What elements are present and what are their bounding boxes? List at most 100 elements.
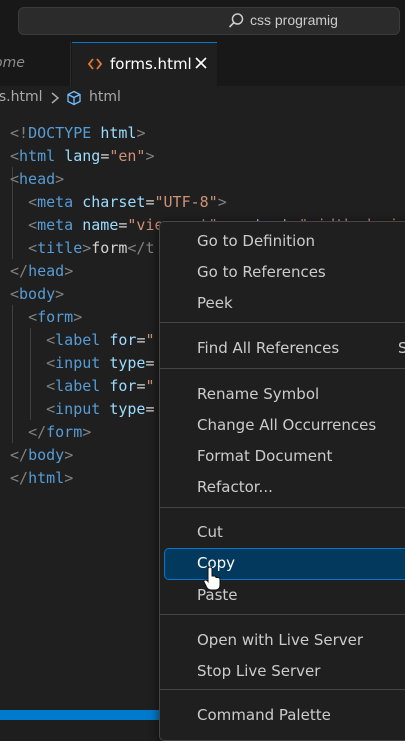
tab-label: ome xyxy=(0,55,25,71)
menu-item-cut[interactable]: Cut xyxy=(165,518,405,548)
menu-item-refactor[interactable]: Refactor... xyxy=(165,473,405,503)
breadcrumb-symbol[interactable]: html xyxy=(89,89,121,105)
menu-item-label: Command Palette xyxy=(197,706,331,724)
menu-item-label: Cut xyxy=(197,523,223,541)
code-token: < xyxy=(46,377,56,395)
code-token: meta xyxy=(37,193,74,211)
code-token: < xyxy=(46,400,56,418)
code-token: > xyxy=(55,170,65,188)
code-token: > xyxy=(64,469,74,487)
code-token: " xyxy=(145,377,155,395)
code-token: html xyxy=(100,124,137,142)
code-token: "en" xyxy=(109,147,146,165)
code-token: label xyxy=(55,377,101,395)
menu-separator xyxy=(160,322,405,323)
cube-icon xyxy=(67,90,81,106)
chevron-right-icon xyxy=(51,92,60,104)
code-token: input xyxy=(55,400,101,418)
code-token: charset xyxy=(82,193,146,211)
code-token: = xyxy=(145,400,155,418)
menu-item-label: Go to Definition xyxy=(197,232,316,250)
menu-item-label: Find All References xyxy=(197,339,340,357)
menu-item-rename-symbol[interactable]: Rename Symbol xyxy=(165,380,405,410)
code-token: < xyxy=(28,193,38,211)
code-token: > xyxy=(82,239,92,257)
code-token: for xyxy=(109,331,137,349)
code-token: type xyxy=(109,354,146,372)
tab-previous[interactable]: ome xyxy=(0,42,71,86)
menu-item-label: Rename Symbol xyxy=(197,385,320,403)
code-token: head xyxy=(19,170,56,188)
code-token: < xyxy=(10,285,20,303)
code-token: " xyxy=(145,331,155,349)
menu-item-format-document[interactable]: Format Document xyxy=(165,442,405,472)
tab-forms-html[interactable]: forms.html xyxy=(72,42,217,86)
context-menu: Go to Definition Go to References Peek Find… xyxy=(159,221,405,741)
code-token: form xyxy=(91,239,128,257)
code-token: < xyxy=(46,354,56,372)
menu-item-open-with-live-server[interactable]: Open with Live Server xyxy=(165,626,405,656)
code-token: < xyxy=(28,239,38,257)
code-token: < xyxy=(28,308,38,326)
menu-item-go-to-definition[interactable]: Go to Definition xyxy=(165,227,405,257)
search-text: css programig xyxy=(250,12,338,28)
menu-item-change-all-occurrences[interactable]: Change All Occurrences xyxy=(165,411,405,441)
title-bar: css programig xyxy=(0,0,405,42)
code-line: <label for=" xyxy=(10,375,155,398)
menu-item-label: Peek xyxy=(197,294,233,312)
menu-item-shortcut: S xyxy=(398,339,405,357)
command-center-search[interactable]: css programig xyxy=(18,7,400,35)
code-token: > xyxy=(64,446,74,464)
menu-separator xyxy=(160,507,405,508)
code-token: label xyxy=(55,331,101,349)
code-token: input xyxy=(55,354,101,372)
code-line: <label for=" xyxy=(10,329,155,352)
code-token: lang xyxy=(64,147,101,165)
code-token: name xyxy=(82,216,119,234)
code-token: > xyxy=(82,423,92,441)
menu-item-copy[interactable]: Copy xyxy=(164,548,405,580)
code-token: < xyxy=(46,331,56,349)
code-line: <meta charset="UTF-8"> xyxy=(10,191,227,214)
breadcrumb-file[interactable]: ns.html xyxy=(0,89,43,105)
code-token: </ xyxy=(10,446,29,464)
menu-item-label: Open with Live Server xyxy=(197,631,364,649)
code-token: form xyxy=(37,308,74,326)
code-line: </body> xyxy=(10,444,73,467)
menu-item-command-palette[interactable]: Command Palette xyxy=(165,701,405,731)
code-token: = xyxy=(145,354,155,372)
code-line: <title>form</t xyxy=(10,237,154,260)
code-token: for xyxy=(109,377,137,395)
html-file-icon xyxy=(88,58,102,70)
code-line: </html> xyxy=(10,467,73,490)
menu-item-peek[interactable]: Peek xyxy=(165,289,405,319)
code-line: <html lang="en"> xyxy=(10,145,155,168)
menu-item-label: Change All Occurrences xyxy=(197,416,377,434)
code-token: </ xyxy=(28,423,47,441)
menu-separator xyxy=(160,689,405,690)
status-bar xyxy=(0,710,160,720)
code-token: DOCTYPE xyxy=(28,124,92,142)
code-line: <head> xyxy=(10,168,64,191)
code-token: = xyxy=(145,193,155,211)
close-icon[interactable] xyxy=(194,56,208,70)
code-token: > xyxy=(136,124,146,142)
code-line: <body> xyxy=(10,283,64,306)
menu-item-go-to-references[interactable]: Go to References xyxy=(165,258,405,288)
menu-item-stop-live-server[interactable]: Stop Live Server xyxy=(165,657,405,687)
tab-bar: ome forms.html xyxy=(0,42,405,86)
code-token: > xyxy=(73,308,83,326)
menu-item-paste[interactable]: Paste xyxy=(165,581,405,611)
menu-item-find-all-references[interactable]: Find All References S xyxy=(165,334,405,364)
code-line: <form> xyxy=(10,306,82,329)
code-token: form xyxy=(46,423,83,441)
